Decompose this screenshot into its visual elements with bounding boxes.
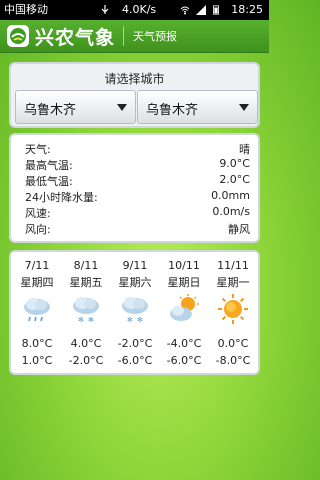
forecast-high: -4.0°C	[166, 337, 202, 350]
forecast-high: 4.0°C	[70, 337, 102, 350]
info-label: 24小时降水量:	[25, 191, 98, 204]
info-value: 2.0°C	[219, 173, 250, 186]
svg-text:✻: ✻	[78, 316, 84, 324]
cloud-snow-icon: ✻ ✻	[122, 297, 148, 324]
forecast-weekday: 星期一	[216, 276, 250, 289]
info-row-max-temp: 最高气温: 9.0°C	[25, 157, 250, 172]
province-dropdown[interactable]: 乌鲁木齐	[15, 90, 136, 124]
info-row-weather: 天气: 晴	[25, 141, 250, 156]
forecast-low: -6.0°C	[166, 354, 202, 367]
signal-icon	[196, 5, 206, 15]
city-selector-card: 请选择城市 乌鲁木齐 乌鲁木齐	[9, 62, 260, 128]
forecast-day: 11/11 星期一 0.0°C -8.0°C	[208, 257, 258, 375]
svg-text:✻: ✻	[127, 316, 133, 324]
info-row-wind-direction: 风向: 静风	[25, 221, 250, 236]
forecast-date: 11/11	[217, 259, 249, 272]
info-value: 晴	[239, 143, 250, 156]
info-row-precipitation: 24小时降水量: 0.0mm	[25, 189, 250, 204]
info-value: 静风	[228, 223, 250, 236]
network-speed: 4.0K/s	[122, 3, 157, 16]
info-row-min-temp: 最低气温: 2.0°C	[25, 173, 250, 188]
info-value: 0.0mm	[211, 189, 250, 202]
forecast-weekday: 星期五	[69, 276, 103, 289]
carrier-label: 中国移动	[4, 3, 48, 16]
clock: 18:25	[231, 3, 263, 16]
province-dropdown-value: 乌鲁木齐	[24, 103, 77, 118]
app-header: 兴农气象 天气预报	[0, 20, 269, 53]
info-label: 风向:	[25, 223, 51, 236]
forecast-date: 7/11	[24, 259, 50, 272]
forecast-card: 7/11 星期四 8.0°C 1.0°C 8/11 星期五 ✻ ✻ 4.0°C …	[9, 250, 260, 375]
forecast-date: 10/11	[168, 259, 200, 272]
forecast-high: -2.0°C	[117, 337, 153, 350]
info-label: 天气:	[25, 143, 51, 156]
info-label: 最高气温:	[25, 159, 73, 172]
battery-icon	[213, 5, 219, 15]
dropdown-arrow-icon	[117, 104, 127, 111]
sun-icon	[218, 294, 248, 324]
forecast-date: 8/11	[73, 259, 99, 272]
forecast-day: 10/11 星期日 -4.0°C -6.0°C	[159, 257, 209, 375]
city-selector-title: 请选择城市	[104, 72, 165, 86]
status-bar: 中国移动 4.0K/s 18:25	[0, 0, 269, 20]
forecast-low: -6.0°C	[117, 354, 153, 367]
cloud-snow-icon: ✻ ✻	[73, 297, 99, 324]
info-value: 9.0°C	[219, 157, 250, 170]
current-weather-card: 天气: 晴 最高气温: 9.0°C 最低气温: 2.0°C 24小时降水量: 0…	[9, 133, 260, 243]
city-dropdown[interactable]: 乌鲁木齐	[137, 90, 258, 124]
forecast-low: 1.0°C	[21, 354, 53, 367]
dropdown-arrow-icon	[239, 104, 249, 111]
info-label: 风速:	[25, 207, 51, 220]
svg-text:✻: ✻	[137, 316, 143, 324]
forecast-low: -8.0°C	[215, 354, 251, 367]
forecast-day: 7/11 星期四 8.0°C 1.0°C	[12, 257, 62, 375]
forecast-low: -2.0°C	[68, 354, 104, 367]
forecast-weekday: 星期六	[118, 276, 152, 289]
forecast-date: 9/11	[122, 259, 148, 272]
usb-icon	[101, 5, 109, 14]
header-divider	[123, 26, 124, 46]
forecast-weekday: 星期日	[167, 276, 201, 289]
partly-cloudy-icon	[170, 294, 199, 321]
info-value: 0.0m/s	[212, 205, 250, 218]
app-title: 兴农气象	[35, 27, 116, 49]
header-subtitle: 天气预报	[133, 30, 177, 43]
svg-text:✻: ✻	[88, 316, 94, 324]
info-label: 最低气温:	[25, 175, 73, 188]
forecast-high: 8.0°C	[21, 337, 53, 350]
forecast-weekday: 星期四	[20, 276, 54, 289]
city-dropdown-value: 乌鲁木齐	[146, 103, 199, 118]
forecast-day: 8/11 星期五 ✻ ✻ 4.0°C -2.0°C	[61, 257, 111, 375]
info-row-wind-speed: 风速: 0.0m/s	[25, 205, 250, 220]
cloud-rain-icon	[24, 298, 50, 322]
wifi-icon	[180, 6, 190, 15]
app-logo-icon	[7, 25, 29, 47]
forecast-day: 9/11 星期六 ✻ ✻ -2.0°C -6.0°C	[110, 257, 160, 375]
forecast-high: 0.0°C	[217, 337, 249, 350]
